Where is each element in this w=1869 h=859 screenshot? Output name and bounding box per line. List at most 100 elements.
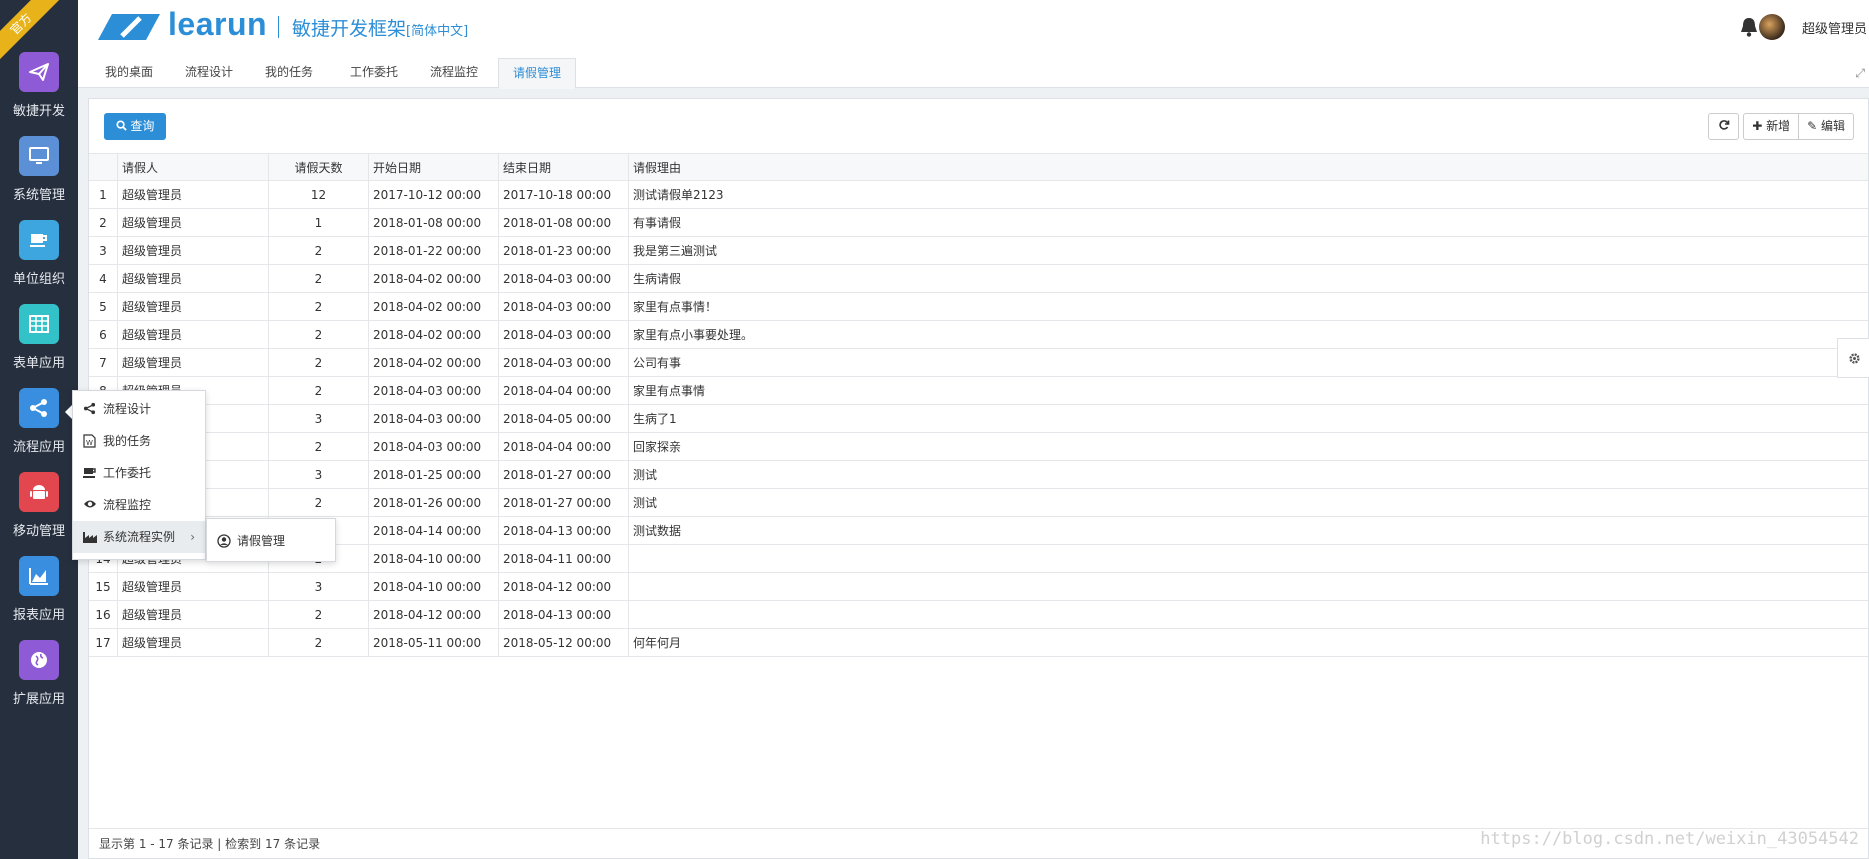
tab-work-delegation[interactable]: 工作委托 [334, 56, 414, 88]
row-index: 17 [89, 629, 118, 657]
header-cell-start[interactable]: 开始日期 [369, 154, 499, 182]
reason-cell: 测试数据 [633, 524, 682, 538]
sidebar-item-mobile[interactable]: 移动管理 [0, 472, 78, 556]
end-date-cell: 2018-05-12 00:00 [499, 629, 629, 657]
tab-desktop[interactable]: 我的桌面 [94, 56, 164, 88]
sidebar-item-label: 单位组织 [12, 272, 65, 287]
table-row[interactable]: 5 超级管理员 2 2018-04-02 00:00 2018-04-03 00:00 家… [89, 293, 1868, 321]
table-row[interactable]: 1 超级管理员 12 2017-10-12 00:00 2017-10-18 00:00… [89, 181, 1868, 209]
start-date-cell: 2018-04-03 00:00 [369, 405, 499, 433]
table-row[interactable]: 8超级管理员22018-04-03 00:002018-04-04 00:00家… [89, 377, 1868, 405]
start-date-cell: 2017-10-12 00:00 [369, 181, 499, 209]
end-date-cell: 2018-04-13 00:00 [499, 517, 629, 545]
edit-button[interactable]: ✎ 编辑 [1799, 113, 1854, 140]
logo-text: learun [168, 6, 268, 42]
avatar[interactable] [1759, 14, 1785, 40]
sidebar-item-extensions[interactable]: 扩展应用 [0, 640, 78, 724]
reason-cell: 家里有点事情 [633, 384, 706, 398]
refresh-button[interactable] [1708, 113, 1740, 140]
sidebar-item-label: 敏捷开发 [12, 104, 65, 119]
reason-cell: 何年何月 [633, 636, 682, 650]
table-row[interactable]: 14超级管理员22018-04-10 00:002018-04-11 00:00 [89, 545, 1868, 573]
days-cell: 3 [269, 461, 369, 489]
user-name[interactable]: 超级管理员 [1802, 18, 1867, 37]
row-index: 3 [89, 237, 118, 265]
table-row[interactable]: 3 超级管理员 2 2018-01-22 00:00 2018-01-23 00:00 我… [89, 237, 1868, 265]
sidebar-item-system[interactable]: 系统管理 [0, 136, 78, 220]
table-row[interactable]: 6 超级管理员 2 2018-04-02 00:00 2018-04-03 00:00 家… [89, 321, 1868, 349]
reason-cell: 我是第三遍测试 [633, 244, 718, 258]
table-row[interactable]: 4 超级管理员 2 2018-04-02 00:00 2018-04-03 00:00 生… [89, 265, 1868, 293]
table-row[interactable]: 9超级管理员32018-04-03 00:002018-04-05 00:00生… [89, 405, 1868, 433]
language-switch[interactable]: [简体中文] [406, 24, 468, 39]
table-row[interactable]: 7 超级管理员 2 2018-04-02 00:00 2018-04-03 00:00 公… [89, 349, 1868, 377]
reason-cell [629, 573, 1869, 601]
start-date-cell: 2018-04-14 00:00 [369, 517, 499, 545]
days-cell: 3 [269, 405, 369, 433]
sidebar-item-forms[interactable]: 表单应用 [0, 304, 78, 388]
refresh-icon [1719, 120, 1729, 130]
reason-cell: 生病请假 [633, 272, 682, 286]
sidebar-item-label: 表单应用 [12, 356, 65, 371]
reason-cell [629, 545, 1869, 573]
days-cell: 2 [269, 237, 369, 265]
paper-plane-icon [19, 52, 59, 92]
applicant-cell: 超级管理员 [118, 265, 269, 293]
menu-item-workflow-design[interactable]: 流程设计 [73, 393, 205, 425]
table-row[interactable]: 16 超级管理员 2 2018-04-12 00:00 2018-04-13 00:00 [89, 601, 1868, 629]
table-row[interactable]: 2 超级管理员 1 2018-01-08 00:00 2018-01-08 00:00 有… [89, 209, 1868, 237]
table-row[interactable]: 15 超级管理员 3 2018-04-10 00:00 2018-04-12 00:00 [89, 573, 1868, 601]
header-cell-days[interactable]: 请假天数 [269, 154, 369, 182]
menu-item-system-workflow-examples[interactable]: 系统流程实例 › [73, 521, 205, 553]
table-icon [19, 304, 59, 344]
app-subtitle: 敏捷开发框架[简体中文] [292, 18, 469, 40]
sidebar-item-agile-dev[interactable]: 敏捷开发 [0, 52, 78, 136]
row-index: 16 [89, 601, 118, 629]
header-cell-applicant[interactable]: 请假人 [118, 154, 269, 182]
industry-icon [83, 532, 97, 543]
days-cell: 2 [269, 293, 369, 321]
fullscreen-icon[interactable]: ⤢ [1855, 66, 1865, 81]
reason-cell: 回家探亲 [633, 440, 682, 454]
start-date-cell: 2018-01-25 00:00 [369, 461, 499, 489]
bell-icon[interactable] [1739, 16, 1759, 38]
end-date-cell: 2018-01-08 00:00 [499, 209, 629, 237]
eye-icon [84, 500, 96, 508]
android-icon [19, 472, 59, 512]
header-cell-end[interactable]: 结束日期 [499, 154, 629, 182]
tab-workflow-design[interactable]: 流程设计 [174, 56, 244, 88]
reason-cell: 有事请假 [633, 216, 682, 230]
add-button[interactable]: ✚ 新增 [1743, 113, 1800, 140]
applicant-cell: 超级管理员 [118, 293, 269, 321]
coffee-icon [83, 468, 96, 478]
sidebar-item-org[interactable]: 单位组织 [0, 220, 78, 304]
start-date-cell: 2018-04-03 00:00 [369, 377, 499, 405]
reason-cell [629, 601, 1869, 629]
menu-item-workflow-monitor[interactable]: 流程监控 [73, 489, 205, 521]
table-row[interactable]: 11超级管理员32018-01-25 00:002018-01-27 00:00… [89, 461, 1868, 489]
query-button[interactable]: 查询 [104, 113, 166, 140]
table-row[interactable]: 17 超级管理员 2 2018-05-11 00:00 2018-05-12 00:00… [89, 629, 1868, 657]
menu-item-work-delegation[interactable]: 工作委托 [73, 457, 205, 489]
sidebar-item-reports[interactable]: 报表应用 [0, 556, 78, 640]
tab-leave-management[interactable]: 请假管理 [498, 58, 576, 89]
menu-item-leave-management[interactable]: 请假管理 [207, 525, 339, 557]
main-panel: 查询 ✚ 新增 ✎ 编辑 请假人 请假天数 开始日期 结束日期 请假理由 1 超级… [88, 98, 1869, 859]
sidebar-item-workflow[interactable]: 流程应用 [0, 388, 78, 472]
tab-workflow-monitor[interactable]: 流程监控 [414, 56, 494, 88]
days-cell: 2 [269, 377, 369, 405]
menu-item-my-tasks[interactable]: W 我的任务 [73, 425, 205, 457]
table-row[interactable]: 13超级管理员2018-04-14 00:002018-04-13 00:00测… [89, 517, 1868, 545]
row-index: 15 [89, 573, 118, 601]
header-cell-reason[interactable]: 请假理由 [629, 154, 1869, 182]
settings-tab[interactable] [1837, 338, 1869, 378]
table-row[interactable]: 12超级管理员22018-01-26 00:002018-01-27 00:00… [89, 489, 1868, 517]
end-date-cell: 2018-04-04 00:00 [499, 377, 629, 405]
reason-cell: 测试 [633, 496, 658, 510]
row-index: 1 [89, 181, 118, 209]
tab-my-tasks[interactable]: 我的任务 [254, 56, 324, 88]
row-index: 4 [89, 265, 118, 293]
applicant-cell: 超级管理员 [118, 209, 269, 237]
days-cell: 1 [269, 209, 369, 237]
table-row[interactable]: 10超级管理员22018-04-03 00:002018-04-04 00:00… [89, 433, 1868, 461]
